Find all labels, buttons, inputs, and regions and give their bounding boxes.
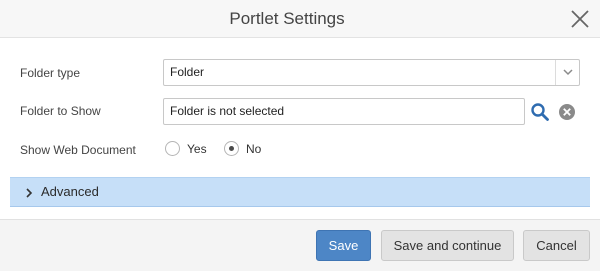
- radio-yes[interactable]: Yes: [165, 140, 215, 158]
- close-icon[interactable]: [568, 7, 592, 31]
- radio-no-button[interactable]: [224, 141, 239, 156]
- radio-yes-button[interactable]: [165, 141, 180, 156]
- dialog-header: Portlet Settings: [0, 0, 600, 38]
- portlet-settings-dialog: Portlet Settings Folder type Folder Fold…: [0, 0, 600, 271]
- radio-yes-label: Yes: [187, 142, 207, 156]
- folder-type-select[interactable]: Folder: [163, 59, 580, 86]
- radio-no-label: No: [246, 142, 262, 156]
- chevron-right-icon: [23, 186, 35, 198]
- radio-selected-dot: [229, 146, 234, 151]
- folder-type-value: Folder: [170, 65, 205, 79]
- save-button[interactable]: Save: [316, 230, 371, 261]
- cancel-button[interactable]: Cancel: [523, 230, 590, 261]
- folder-type-label: Folder type: [20, 66, 81, 80]
- chevron-down-icon[interactable]: [555, 60, 579, 85]
- folder-to-show-input[interactable]: Folder is not selected: [163, 98, 525, 125]
- dialog-title: Portlet Settings: [229, 9, 345, 28]
- radio-no[interactable]: No: [224, 140, 274, 158]
- clear-icon[interactable]: [558, 103, 576, 121]
- folder-to-show-label: Folder to Show: [20, 104, 101, 118]
- advanced-label: Advanced: [41, 184, 99, 199]
- show-web-document-label: Show Web Document: [20, 143, 136, 157]
- search-icon[interactable]: [530, 102, 550, 122]
- advanced-section-toggle[interactable]: Advanced: [10, 177, 590, 207]
- save-and-continue-button[interactable]: Save and continue: [381, 230, 514, 261]
